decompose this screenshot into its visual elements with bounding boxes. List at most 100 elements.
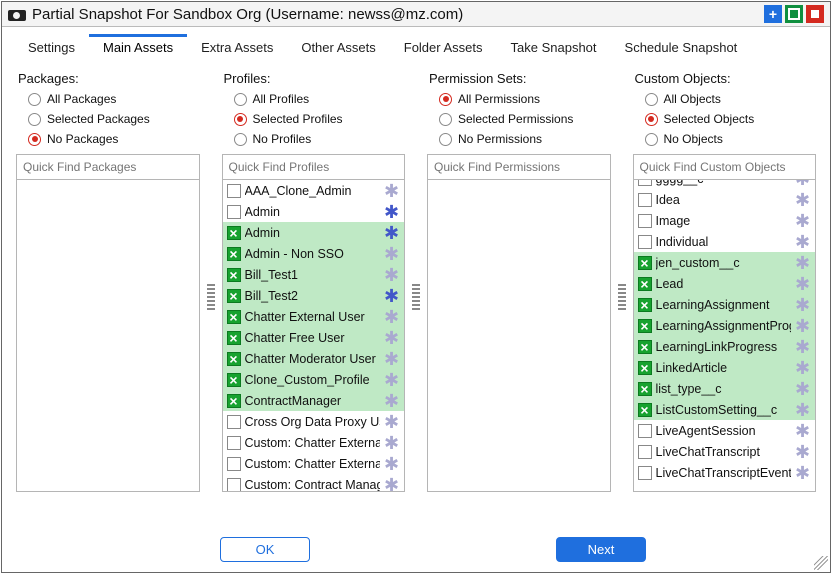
profiles-radio-selected-profiles[interactable]: Selected Profiles bbox=[234, 112, 406, 126]
checkbox-icon[interactable] bbox=[638, 298, 652, 312]
checkbox-icon[interactable] bbox=[227, 289, 241, 303]
asterisk-icon: ✱ bbox=[795, 277, 809, 291]
list-item[interactable]: gggg__c✱ bbox=[634, 180, 816, 189]
checkbox-icon[interactable] bbox=[638, 180, 652, 186]
packages-radio-all-packages[interactable]: All Packages bbox=[28, 92, 200, 106]
tab-folder-assets[interactable]: Folder Assets bbox=[390, 34, 497, 61]
checkbox-icon[interactable] bbox=[227, 205, 241, 219]
list-item[interactable]: Image✱ bbox=[634, 210, 816, 231]
column-drag-handle[interactable] bbox=[405, 67, 427, 527]
checkbox-icon[interactable] bbox=[638, 235, 652, 249]
checkbox-icon[interactable] bbox=[638, 445, 652, 459]
column-drag-handle[interactable] bbox=[611, 67, 633, 527]
packages-radio-no-packages[interactable]: No Packages bbox=[28, 132, 200, 146]
asterisk-icon: ✱ bbox=[795, 193, 809, 207]
checkbox-icon[interactable] bbox=[638, 403, 652, 417]
list-item[interactable]: LearningAssignment✱ bbox=[634, 294, 816, 315]
asterisk-icon: ✱ bbox=[384, 310, 398, 324]
checkbox-icon[interactable] bbox=[227, 373, 241, 387]
checkbox-icon[interactable] bbox=[227, 436, 241, 450]
checkbox-icon[interactable] bbox=[638, 214, 652, 228]
ok-button[interactable]: OK bbox=[220, 537, 310, 562]
list-item[interactable]: LiveAgentSession✱ bbox=[634, 420, 816, 441]
list-item[interactable]: Bill_Test2✱ bbox=[223, 285, 405, 306]
column-drag-handle[interactable] bbox=[200, 67, 222, 527]
list-item[interactable]: Custom: Chatter External✱ bbox=[223, 432, 405, 453]
list-item[interactable]: ContractManager✱ bbox=[223, 390, 405, 411]
custom-objects-radio-all-objects[interactable]: All Objects bbox=[645, 92, 817, 106]
list-item[interactable]: Admin✱ bbox=[223, 222, 405, 243]
tab-main-assets[interactable]: Main Assets bbox=[89, 34, 187, 61]
list-item[interactable]: Lead✱ bbox=[634, 273, 816, 294]
profiles-radio-group: All Profiles Selected Profiles No Profiles bbox=[222, 92, 406, 154]
checkbox-icon[interactable] bbox=[227, 226, 241, 240]
checkbox-icon[interactable] bbox=[638, 361, 652, 375]
permissions-search-input[interactable] bbox=[427, 154, 611, 180]
list-item[interactable]: jen_custom__c✱ bbox=[634, 252, 816, 273]
checkbox-icon[interactable] bbox=[227, 394, 241, 408]
list-item[interactable]: Chatter Moderator User✱ bbox=[223, 348, 405, 369]
list-item[interactable]: Chatter External User✱ bbox=[223, 306, 405, 327]
list-item[interactable]: LiveChatTranscript✱ bbox=[634, 441, 816, 462]
checkbox-icon[interactable] bbox=[638, 193, 652, 207]
checkbox-icon[interactable] bbox=[638, 256, 652, 270]
profiles-search-input[interactable] bbox=[222, 154, 406, 180]
checkbox-icon[interactable] bbox=[227, 184, 241, 198]
checkbox-icon[interactable] bbox=[227, 352, 241, 366]
packages-radio-selected-packages[interactable]: Selected Packages bbox=[28, 112, 200, 126]
list-item[interactable]: Idea✱ bbox=[634, 189, 816, 210]
permissions-radio-all-permissions[interactable]: All Permissions bbox=[439, 92, 611, 106]
checkbox-icon[interactable] bbox=[638, 466, 652, 480]
checkbox-icon[interactable] bbox=[638, 382, 652, 396]
list-item[interactable]: Admin✱ bbox=[223, 201, 405, 222]
add-icon[interactable] bbox=[764, 5, 782, 23]
list-item[interactable]: list_type__c✱ bbox=[634, 378, 816, 399]
list-item[interactable]: ListCustomSetting__c✱ bbox=[634, 399, 816, 420]
list-item[interactable]: LinkedArticle✱ bbox=[634, 357, 816, 378]
radio-icon bbox=[439, 133, 452, 146]
custom-objects-column: Custom Objects: All ObjectsSelected Obje… bbox=[633, 67, 817, 527]
resize-grip-icon[interactable] bbox=[814, 556, 828, 570]
custom-objects-radio-no-objects[interactable]: No Objects bbox=[645, 132, 817, 146]
list-item[interactable]: Custom: Contract Manager✱ bbox=[223, 474, 405, 491]
checkbox-icon[interactable] bbox=[227, 310, 241, 324]
checkbox-icon[interactable] bbox=[638, 319, 652, 333]
tab-take-snapshot[interactable]: Take Snapshot bbox=[497, 34, 611, 61]
permissions-radio-no-permissions[interactable]: No Permissions bbox=[439, 132, 611, 146]
list-item[interactable]: Admin - Non SSO✱ bbox=[223, 243, 405, 264]
tab-extra-assets[interactable]: Extra Assets bbox=[187, 34, 287, 61]
list-item[interactable]: Chatter Free User✱ bbox=[223, 327, 405, 348]
tab-other-assets[interactable]: Other Assets bbox=[287, 34, 389, 61]
list-item[interactable]: LearningLinkProgress✱ bbox=[634, 336, 816, 357]
list-item[interactable]: AAA_Clone_Admin✱ bbox=[223, 180, 405, 201]
packages-search-input[interactable] bbox=[16, 154, 200, 180]
checkbox-icon[interactable] bbox=[227, 457, 241, 471]
checkbox-icon[interactable] bbox=[227, 478, 241, 492]
list-item-label: LiveChatTranscript bbox=[656, 445, 792, 459]
list-item[interactable]: Bill_Test1✱ bbox=[223, 264, 405, 285]
checkbox-icon[interactable] bbox=[638, 340, 652, 354]
checkbox-icon[interactable] bbox=[638, 277, 652, 291]
asterisk-icon: ✱ bbox=[384, 415, 398, 429]
maximize-icon[interactable] bbox=[785, 5, 803, 23]
next-button[interactable]: Next bbox=[556, 537, 646, 562]
checkbox-icon[interactable] bbox=[227, 247, 241, 261]
close-icon[interactable] bbox=[806, 5, 824, 23]
tab-schedule-snapshot[interactable]: Schedule Snapshot bbox=[611, 34, 752, 61]
profiles-radio-all-profiles[interactable]: All Profiles bbox=[234, 92, 406, 106]
checkbox-icon[interactable] bbox=[227, 415, 241, 429]
checkbox-icon[interactable] bbox=[227, 268, 241, 282]
list-item[interactable]: LearningAssignmentProgress✱ bbox=[634, 315, 816, 336]
list-item[interactable]: Custom: Chatter External✱ bbox=[223, 453, 405, 474]
list-item[interactable]: Clone_Custom_Profile✱ bbox=[223, 369, 405, 390]
list-item[interactable]: Cross Org Data Proxy User✱ bbox=[223, 411, 405, 432]
custom-objects-search-input[interactable] bbox=[633, 154, 817, 180]
tab-settings[interactable]: Settings bbox=[14, 34, 89, 61]
checkbox-icon[interactable] bbox=[227, 331, 241, 345]
custom-objects-radio-selected-objects[interactable]: Selected Objects bbox=[645, 112, 817, 126]
permissions-radio-selected-permissions[interactable]: Selected Permissions bbox=[439, 112, 611, 126]
checkbox-icon[interactable] bbox=[638, 424, 652, 438]
list-item[interactable]: LiveChatTranscriptEvent✱ bbox=[634, 462, 816, 483]
profiles-radio-no-profiles[interactable]: No Profiles bbox=[234, 132, 406, 146]
list-item[interactable]: Individual✱ bbox=[634, 231, 816, 252]
